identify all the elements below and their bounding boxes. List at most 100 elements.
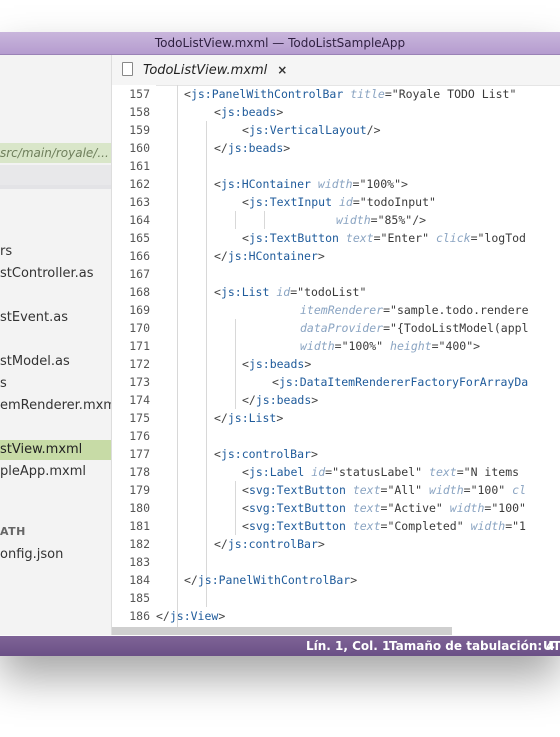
token-attr: width [429, 483, 464, 497]
line-number: 172 [129, 357, 150, 371]
token-punc: > [276, 105, 284, 119]
indent-guide [235, 211, 236, 229]
line-number: 184 [129, 573, 150, 587]
token-attr: id [338, 195, 353, 209]
line-number: 174 [129, 393, 150, 407]
code-line: width="100%" height="400"> [300, 337, 480, 355]
line-number: 162 [129, 177, 150, 191]
token-attr: cl [512, 483, 526, 497]
token-str: "todoInput" [359, 195, 436, 209]
token-punc [346, 519, 353, 533]
token-punc: </ [214, 249, 228, 263]
token-punc: = [431, 339, 439, 353]
sidebar-item[interactable]: onfig.json [0, 545, 111, 565]
sidebar-item[interactable]: stView.mxml [0, 440, 111, 460]
code-editor[interactable]: TodoListView.mxml × 157 158 159 160 161 162 163… [112, 55, 560, 635]
line-number: 171 [129, 339, 150, 353]
line-number: 185 [129, 591, 150, 605]
token-attr: dataProvider [300, 321, 384, 335]
indent-guide [177, 85, 178, 635]
line-number: 180 [129, 501, 150, 515]
token-str: "statusLabel" [332, 465, 423, 479]
token-attr: text [352, 519, 381, 533]
token-tag: svg:TextButton [248, 483, 346, 497]
close-icon[interactable]: × [277, 55, 287, 85]
sidebar-item[interactable]: rs [0, 242, 111, 262]
token-punc: > [283, 141, 291, 155]
token-tag: js:Label [248, 465, 305, 479]
code-line: dataProvider="{TodoListModel(appl [300, 319, 529, 337]
editor-window: TodoListView.mxml — TodoListSampleApp sr… [0, 32, 560, 656]
token-attr: click [435, 231, 471, 245]
line-number: 170 [129, 321, 150, 335]
token-punc: > [311, 393, 319, 407]
token-str: "Enter" [380, 231, 429, 245]
sidebar-item[interactable]: stController.as [0, 264, 111, 284]
sidebar-item[interactable]: stModel.as [0, 352, 111, 372]
token-punc: > [218, 609, 226, 623]
token-punc: </ [242, 393, 256, 407]
token-punc: /> [366, 123, 381, 137]
token-attr: width [317, 177, 353, 191]
token-tag: svg:TextButton [248, 519, 346, 533]
tab-bar: TodoListView.mxml × [112, 55, 560, 86]
code-line: <svg:TextButton text="Active" width="100… [242, 499, 526, 517]
token-punc: /> [412, 213, 427, 227]
sidebar-item[interactable]: src/main/royale/... [0, 143, 111, 163]
token-punc [346, 501, 353, 515]
token-punc [464, 519, 471, 533]
token-punc: > [401, 177, 408, 191]
token-str: "Completed" [387, 519, 464, 533]
token-punc: </ [214, 141, 228, 155]
indent-guide [235, 319, 236, 391]
token-punc [339, 231, 346, 245]
token-punc: > [350, 573, 358, 587]
token-punc [429, 231, 436, 245]
line-number: 169 [129, 303, 150, 317]
token-str: "100" [470, 483, 506, 497]
line-number: 179 [129, 483, 150, 497]
token-attr: text [352, 483, 381, 497]
token-attr: text [352, 501, 381, 515]
sidebar-item[interactable]: emRenderer.mxml [0, 396, 111, 416]
token-punc: < [242, 357, 249, 371]
token-tag: js:HContainer [220, 177, 311, 191]
sidebar-item[interactable]: s [0, 374, 111, 394]
sidebar-section-header: ATH [0, 525, 26, 538]
token-punc: < [242, 483, 249, 497]
token-punc: = [463, 483, 471, 497]
token-punc: < [242, 519, 249, 533]
token-punc: < [214, 285, 221, 299]
indent-guide [264, 211, 265, 229]
code-line: <js:VerticalLayout/> [242, 121, 381, 139]
token-str: "sample.todo.rendere [390, 303, 529, 317]
line-number: 158 [129, 105, 150, 119]
token-punc: > [317, 249, 325, 263]
token-tag: js:View [169, 609, 219, 623]
code-area[interactable]: <js:PanelWithControlBar title="Royale TO… [156, 85, 560, 635]
horizontal-scrollbar[interactable] [112, 627, 452, 635]
tab-todolistview[interactable]: TodoListView.mxml × [112, 55, 297, 85]
code-line: <svg:TextButton text="All" width="100" c… [242, 481, 526, 499]
code-line: <js:Label id="statusLabel" text="N items [242, 463, 519, 481]
token-punc: </ [214, 537, 228, 551]
token-str: "logTod [477, 231, 526, 245]
tab-size[interactable]: Tamaño de tabulación: 4 [389, 636, 555, 656]
sidebar-divider [0, 165, 111, 185]
line-number: 178 [129, 465, 150, 479]
token-punc: > [276, 411, 284, 425]
line-number: 168 [129, 285, 150, 299]
sidebar-item[interactable]: stEvent.as [0, 308, 111, 328]
token-str: "All" [387, 483, 423, 497]
code-line: <js:TextButton text="Enter" click="logTo… [242, 229, 526, 247]
token-tag: js:HContainer [227, 249, 318, 263]
cursor-position[interactable]: Lín. 1, Col. 1 [306, 636, 390, 656]
token-punc [422, 465, 429, 479]
token-tag: js:TextInput [248, 195, 333, 209]
token-punc: = [384, 87, 392, 101]
line-number: 160 [129, 141, 150, 155]
token-tag: js:beads [227, 141, 284, 155]
encoding[interactable]: UT [543, 636, 560, 656]
sidebar-item[interactable]: pleApp.mxml [0, 462, 111, 482]
token-attr: text [429, 465, 457, 479]
